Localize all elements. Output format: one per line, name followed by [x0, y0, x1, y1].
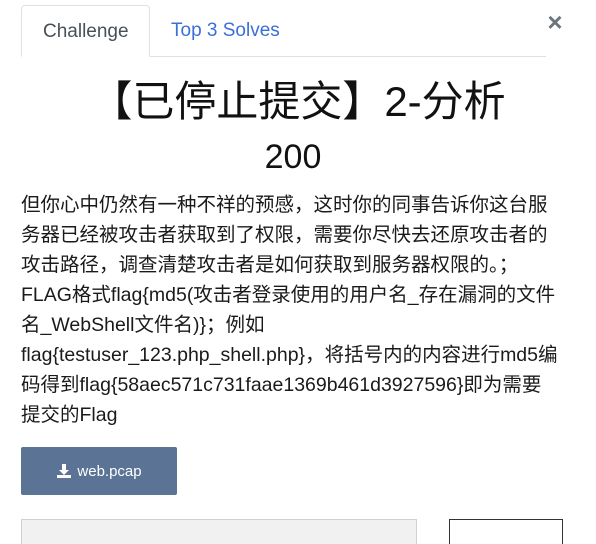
- description-line: FLAG格式flag{md5(攻击者登录使用的用户名_存在漏洞的文件: [21, 284, 556, 306]
- description-line: flag{testuser_123.php_shell.php}，将括号内的内容…: [21, 344, 558, 366]
- challenge-title: 【已停止提交】2-分析: [90, 78, 506, 125]
- description-line: 攻击路径，调查清楚攻击者是如何获取到服务器权限的。；: [21, 254, 519, 276]
- tab-top-solves[interactable]: Top 3 Solves: [150, 5, 301, 55]
- download-file-button[interactable]: web.pcap: [21, 447, 177, 495]
- tab-bar: Challenge Top 3 Solves: [21, 5, 546, 57]
- description-line: 提交的Flag: [21, 404, 118, 426]
- challenge-points: 200: [264, 138, 322, 176]
- description-line: 但你心中仍然有一种不祥的预感，这时你的同事告诉你这台服: [21, 194, 548, 216]
- description-line: 码得到flag{58aec571c731faae1369b461d3927596…: [21, 374, 542, 396]
- challenge-modal: Challenge Top 3 Solves × 【已停止提交】2-分析 200…: [0, 0, 596, 544]
- download-file-label: web.pcap: [77, 462, 142, 480]
- close-icon[interactable]: ×: [543, 8, 567, 36]
- description-line: 务器已经被攻击者获取到了权限，需要你尽快去还原攻击者的: [21, 224, 548, 246]
- challenge-description: 但你心中仍然有一种不祥的预感，这时你的同事告诉你这台服 务器已经被攻击者获取到了…: [21, 190, 569, 430]
- description-line: 名_WebShell文件名)}；例如: [21, 314, 265, 336]
- flag-input[interactable]: [21, 519, 417, 544]
- download-icon: [57, 464, 72, 478]
- tab-challenge[interactable]: Challenge: [21, 5, 150, 57]
- submit-button[interactable]: [449, 519, 563, 544]
